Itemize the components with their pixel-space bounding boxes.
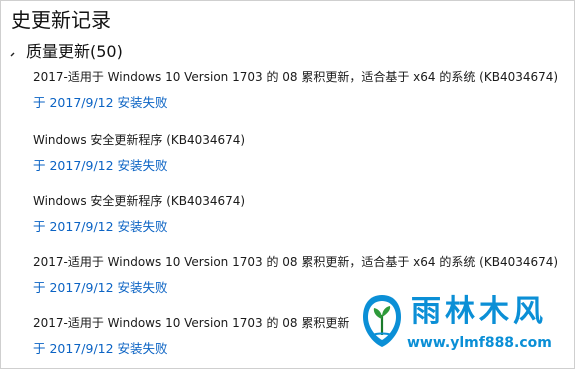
chevron-down-icon [9, 44, 21, 57]
section-label: 质量更新(50) [26, 42, 123, 61]
update-title: 2017-适用于 Windows 10 Version 1703 的 08 累积… [33, 255, 559, 269]
update-item: 2017-适用于 Windows 10 Version 1703 的 08 累积… [33, 315, 349, 357]
update-status-link[interactable]: 于 2017/9/12 安装失败 [33, 341, 168, 357]
page-title: 史更新记录 [11, 8, 111, 32]
update-title: 2017-适用于 Windows 10 Version 1703 的 08 累积… [33, 70, 559, 84]
update-item: 2017-适用于 Windows 10 Version 1703 的 08 累积… [33, 69, 558, 111]
update-title: 2017-适用于 Windows 10 Version 1703 的 08 累积… [33, 316, 350, 330]
update-item: Windows 安全更新程序 (KB4034674) 于 2017/9/12 安… [33, 132, 245, 174]
update-status-link[interactable]: 于 2017/9/12 安装失败 [33, 95, 168, 111]
update-status-link[interactable]: 于 2017/9/12 安装失败 [33, 158, 168, 174]
update-status-link[interactable]: 于 2017/9/12 安装失败 [33, 280, 168, 296]
update-item: 2017-适用于 Windows 10 Version 1703 的 08 累积… [33, 254, 558, 296]
quality-updates-section-toggle[interactable]: 质量更新(50) [9, 39, 123, 61]
ylmf-logo-icon [363, 295, 401, 347]
update-status-link[interactable]: 于 2017/9/12 安装失败 [33, 219, 168, 235]
watermark: 雨林木风 www.ylmf888.com [359, 291, 571, 365]
update-title: Windows 安全更新程序 (KB4034674) [33, 133, 246, 147]
update-item: Windows 安全更新程序 (KB4034674) 于 2017/9/12 安… [33, 193, 245, 235]
update-title: Windows 安全更新程序 (KB4034674) [33, 194, 246, 208]
watermark-url: www.ylmf888.com [407, 335, 552, 351]
watermark-brand: 雨林木风 [411, 294, 547, 329]
